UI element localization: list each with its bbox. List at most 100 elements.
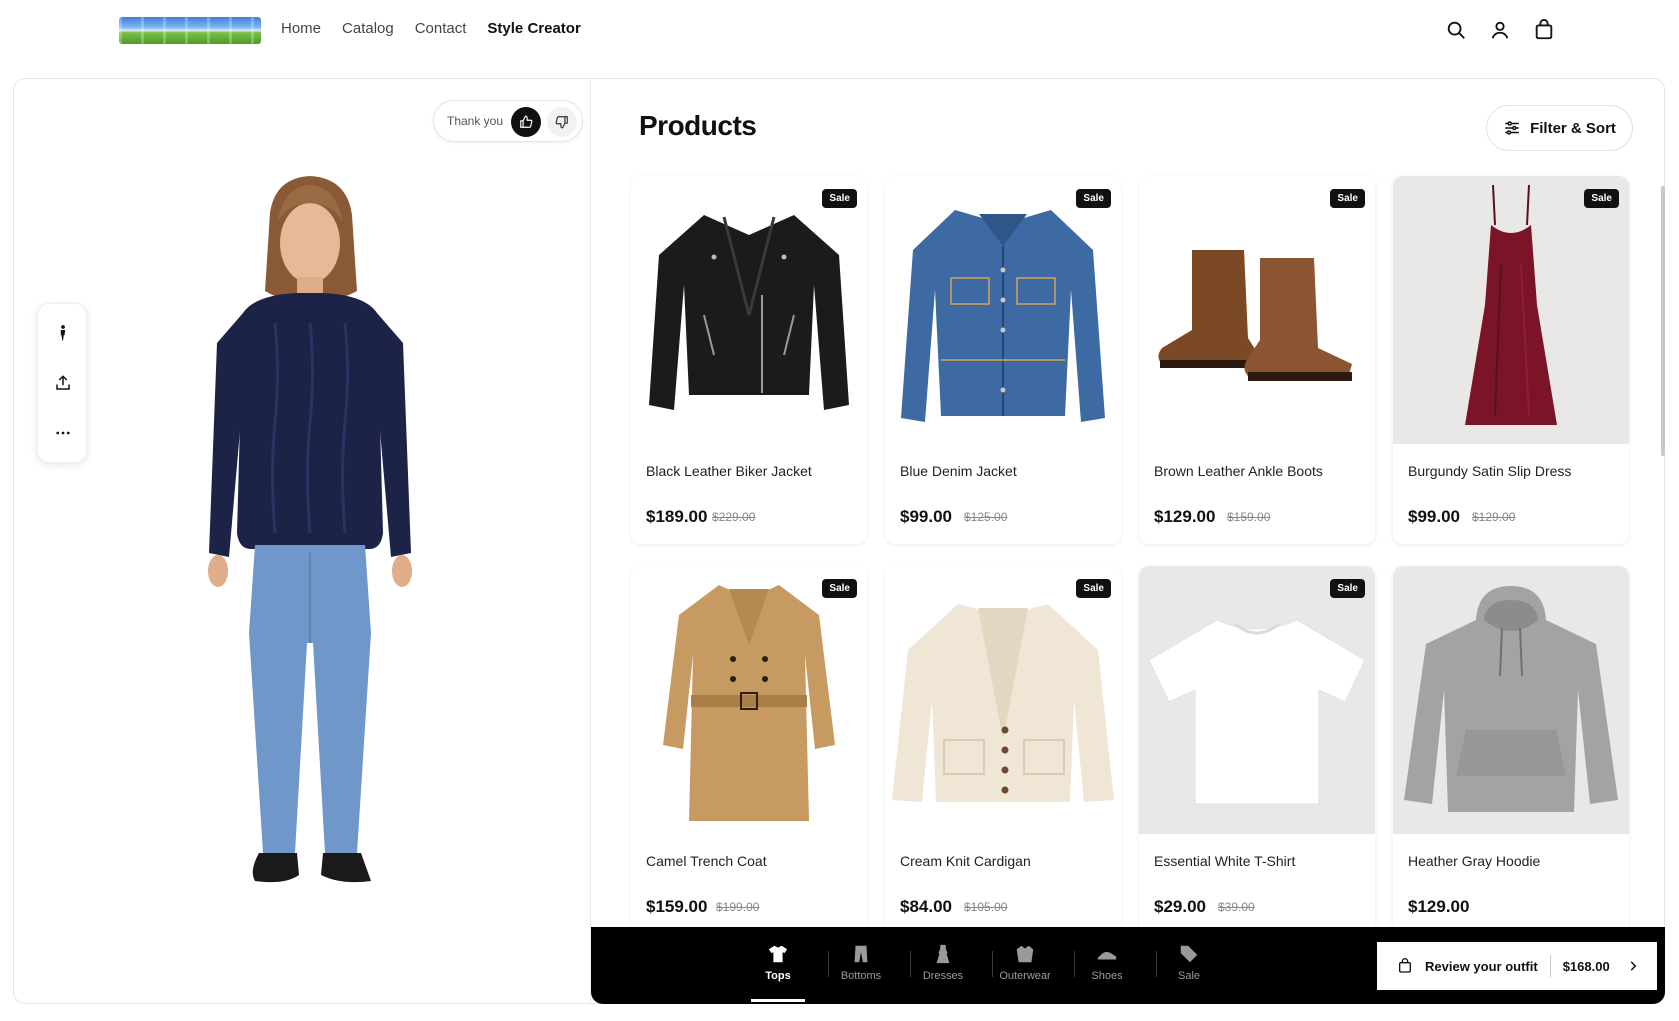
product-card[interactable]: Sale Brown Leather Ankle Boots $129.00 $…	[1139, 176, 1375, 544]
feedback-label: Thank you	[447, 114, 504, 128]
leather-jacket-image	[649, 215, 849, 410]
share-button[interactable]	[51, 371, 75, 395]
more-button[interactable]	[51, 421, 75, 445]
dress-icon	[936, 944, 950, 964]
product-image	[1139, 176, 1375, 444]
product-name: Blue Denim Jacket	[900, 463, 1017, 479]
product-name: Cream Knit Cardigan	[900, 853, 1031, 869]
feedback-widget: Thank you	[433, 100, 583, 142]
nav-contact[interactable]: Contact	[415, 20, 467, 37]
product-image	[1139, 566, 1375, 834]
category-sale[interactable]: Sale	[1148, 943, 1230, 993]
product-image	[1393, 176, 1629, 444]
nav-style-creator[interactable]: Style Creator	[487, 20, 580, 37]
shoe-icon	[1097, 951, 1117, 960]
outfit-total: $168.00	[1562, 958, 1610, 974]
product-price: $129.00	[1154, 507, 1216, 526]
product-price: $84.00	[900, 897, 952, 916]
category-label: Sale	[1177, 970, 1201, 982]
product-original-price: $159.00	[1227, 510, 1271, 524]
shopping-bag-icon[interactable]	[1533, 19, 1555, 41]
trench-coat-image	[663, 585, 835, 821]
sliders-icon	[1505, 121, 1519, 135]
product-card[interactable]: Sale Blue Denim Jacket $99.00 $125.00	[885, 176, 1121, 544]
thumbs-down-icon	[555, 116, 568, 129]
shirt-icon	[768, 945, 788, 963]
product-price: $29.00	[1154, 897, 1206, 916]
product-price: $99.00	[1408, 507, 1460, 526]
brand-logo[interactable]	[119, 17, 261, 44]
sale-badge: Sale	[822, 579, 857, 598]
nav-catalog[interactable]: Catalog	[342, 20, 394, 37]
product-name: Brown Leather Ankle Boots	[1154, 463, 1323, 479]
preview-toolbar	[37, 303, 87, 463]
nav-home[interactable]: Home	[281, 20, 321, 37]
product-price: $129.00	[1408, 897, 1470, 916]
product-original-price: $129.00	[1472, 510, 1516, 524]
product-card[interactable]: Sale Essential White T-Shirt $29.00 $39.…	[1139, 566, 1375, 934]
product-card[interactable]: Sale Burgundy Satin Slip Dress $99.00 $1…	[1393, 176, 1629, 544]
share-icon	[56, 375, 70, 390]
product-image	[885, 566, 1121, 834]
ankle-boots-image	[1158, 250, 1352, 381]
sale-badge: Sale	[1330, 189, 1365, 208]
outfit-preview-panel: Thank you	[13, 78, 591, 1004]
product-name: Heather Gray Hoodie	[1408, 853, 1541, 869]
header-actions	[1445, 19, 1555, 41]
product-card[interactable]: Sale Cream Knit Cardigan $84.00 $105.00	[885, 566, 1121, 934]
denim-jacket-image	[901, 210, 1105, 422]
more-icon	[56, 431, 70, 435]
thumbs-up-icon	[520, 115, 533, 128]
product-image	[1393, 566, 1629, 834]
sale-badge: Sale	[1330, 579, 1365, 598]
product-name: Essential White T-Shirt	[1154, 853, 1296, 869]
category-shoes[interactable]: Shoes	[1066, 943, 1148, 993]
product-original-price: $105.00	[964, 900, 1008, 914]
product-price: $189.00	[646, 507, 708, 526]
review-divider	[1549, 955, 1551, 977]
product-original-price: $39.00	[1218, 900, 1255, 914]
model-illustration	[208, 176, 412, 883]
user-icon[interactable]	[1489, 19, 1511, 41]
products-panel: Products Filter & Sort Sale Black Leathe…	[591, 78, 1665, 1004]
pants-icon	[854, 945, 868, 963]
product-card[interactable]: Sale Black Leather Biker Jacket $189.00 …	[631, 176, 867, 544]
product-card[interactable]: Sale Camel Trench Coat $159.00 $199.00	[631, 566, 867, 934]
product-name: Burgundy Satin Slip Dress	[1408, 463, 1572, 479]
product-original-price: $199.00	[716, 900, 760, 914]
review-outfit-button[interactable]: Review your outfit $168.00	[1377, 942, 1657, 990]
product-price: $159.00	[646, 897, 708, 916]
category-dresses[interactable]: Dresses	[902, 943, 984, 993]
pose-button[interactable]	[51, 321, 75, 345]
sale-badge: Sale	[1584, 189, 1619, 208]
category-label: Bottoms	[840, 970, 882, 982]
product-card[interactable]: Heather Gray Hoodie $129.00	[1393, 566, 1629, 934]
thumbs-down-button[interactable]	[547, 107, 577, 137]
active-category-indicator	[751, 999, 805, 1002]
category-tops[interactable]: Tops	[737, 943, 819, 993]
category-bar: Tops Bottoms Dresses Outerwear Shoes Sal…	[591, 927, 1665, 1004]
sale-badge: Sale	[822, 189, 857, 208]
product-name: Camel Trench Coat	[646, 853, 767, 869]
review-outfit-label: Review your outfit	[1425, 958, 1538, 974]
cardigan-image	[892, 604, 1114, 802]
thumbs-up-button[interactable]	[511, 107, 541, 137]
hoodie-image	[1404, 586, 1618, 812]
shopping-bag-icon	[1399, 958, 1411, 973]
product-image	[631, 176, 867, 444]
product-name: Black Leather Biker Jacket	[646, 463, 812, 479]
product-price: $99.00	[900, 507, 952, 526]
category-label: Tops	[765, 970, 791, 982]
filter-sort-button[interactable]: Filter & Sort	[1486, 105, 1633, 151]
sale-badge: Sale	[1076, 189, 1111, 208]
category-outerwear[interactable]: Outerwear	[984, 943, 1066, 993]
product-scrollbar[interactable]	[1661, 186, 1665, 456]
category-label: Dresses	[922, 970, 964, 982]
category-bottoms[interactable]: Bottoms	[820, 943, 902, 993]
tag-icon	[1180, 945, 1198, 963]
search-icon[interactable]	[1445, 19, 1467, 41]
slip-dress-image	[1465, 185, 1557, 425]
chevron-right-icon	[1630, 961, 1637, 971]
product-image	[885, 176, 1121, 444]
tshirt-image	[1148, 619, 1366, 805]
